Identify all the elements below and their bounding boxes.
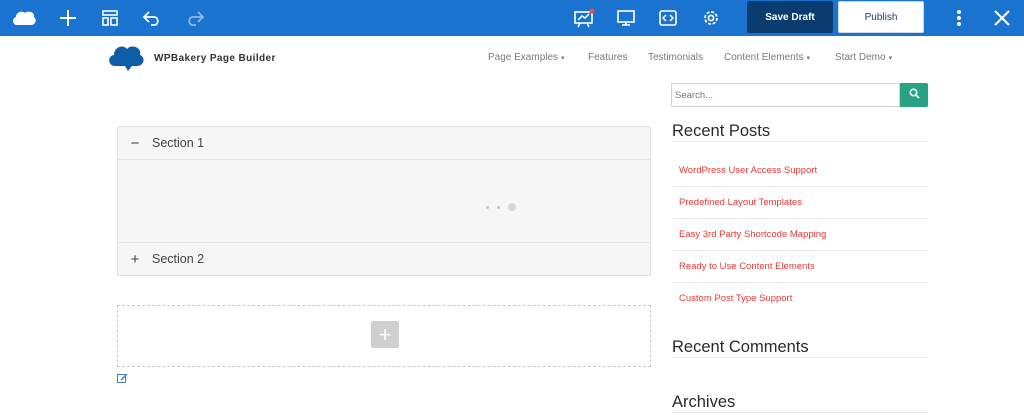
cloud-logo-icon[interactable] xyxy=(8,0,40,36)
custom-css-icon[interactable] xyxy=(655,0,681,36)
edit-row-icon[interactable] xyxy=(117,370,128,388)
collapse-icon: − xyxy=(130,134,140,152)
search-input[interactable] xyxy=(671,83,900,107)
accordion-section-1-header[interactable]: − Section 1 xyxy=(118,127,650,159)
chevron-down-icon: ▾ xyxy=(888,55,893,62)
divider xyxy=(672,250,928,251)
add-element-icon[interactable] xyxy=(55,0,81,36)
recent-posts-title: Recent Posts xyxy=(672,122,771,140)
undo-icon[interactable] xyxy=(139,0,165,36)
recent-post-link[interactable]: Easy 3rd Party Shortcode Mapping xyxy=(679,229,826,240)
add-element-button[interactable]: + xyxy=(371,321,399,348)
loading-spinner xyxy=(486,203,516,211)
nav-item-testimonials[interactable]: Testimonials xyxy=(648,52,703,63)
nav-item-page-examples[interactable]: Page Examples ▾ xyxy=(488,52,565,63)
section-title: Section 2 xyxy=(152,252,205,266)
templates-icon[interactable] xyxy=(97,0,123,36)
builder-toolbar: Save Draft Publish xyxy=(0,0,1024,36)
divider xyxy=(672,357,928,358)
empty-row-placeholder: + xyxy=(117,305,651,367)
recent-post-link[interactable]: Predefined Layout Templates xyxy=(679,197,802,208)
chevron-down-icon: ▾ xyxy=(561,55,565,62)
divider xyxy=(672,218,928,219)
accordion-section-2-header[interactable]: + Section 2 xyxy=(118,243,650,275)
publish-button[interactable]: Publish xyxy=(838,1,924,33)
nav-item-label: Features xyxy=(588,52,628,63)
nav-item-start-demo[interactable]: Start Demo ▾ xyxy=(835,52,892,63)
save-draft-button[interactable]: Save Draft xyxy=(747,1,833,33)
divider xyxy=(672,412,928,413)
more-options-icon[interactable] xyxy=(948,0,970,36)
close-icon[interactable] xyxy=(990,0,1014,36)
spinner-dot xyxy=(486,205,489,209)
chevron-down-icon: ▾ xyxy=(806,55,811,62)
recent-post-link[interactable]: Ready to Use Content Elements xyxy=(679,261,815,272)
nav-item-content-elements[interactable]: Content Elements ▾ xyxy=(724,52,810,63)
divider xyxy=(672,282,928,283)
divider xyxy=(118,159,650,160)
settings-icon[interactable] xyxy=(698,0,724,36)
search-icon xyxy=(909,86,920,104)
recent-post-link[interactable]: Custom Post Type Support xyxy=(679,293,792,304)
divider xyxy=(672,141,928,142)
archives-title: Archives xyxy=(672,393,736,411)
recent-post-link[interactable]: WordPress User Access Support xyxy=(679,165,817,176)
recent-comments-title: Recent Comments xyxy=(672,338,809,356)
search-button[interactable] xyxy=(900,83,928,107)
site-brand[interactable]: WPBakery Page Builder xyxy=(106,42,276,74)
brand-logo-icon xyxy=(106,41,146,76)
section-title: Section 1 xyxy=(152,136,205,150)
expand-icon: + xyxy=(130,250,140,268)
seo-icon[interactable] xyxy=(571,0,597,36)
nav-item-label: Testimonials xyxy=(648,52,704,63)
divider xyxy=(672,186,928,187)
plus-icon: + xyxy=(378,321,392,347)
responsive-preview-icon[interactable] xyxy=(613,0,639,36)
brand-name: WPBakery Page Builder xyxy=(154,52,276,64)
nav-item-label: Content Elements xyxy=(724,52,804,63)
accordion: − Section 1 + Section 2 xyxy=(117,126,651,276)
spinner-dot xyxy=(508,203,516,211)
nav-item-label: Start Demo xyxy=(835,52,886,63)
redo-icon[interactable] xyxy=(182,0,208,36)
nav-item-label: Page Examples xyxy=(488,52,559,63)
nav-item-features[interactable]: Features xyxy=(588,52,627,63)
spinner-dot xyxy=(497,205,500,209)
